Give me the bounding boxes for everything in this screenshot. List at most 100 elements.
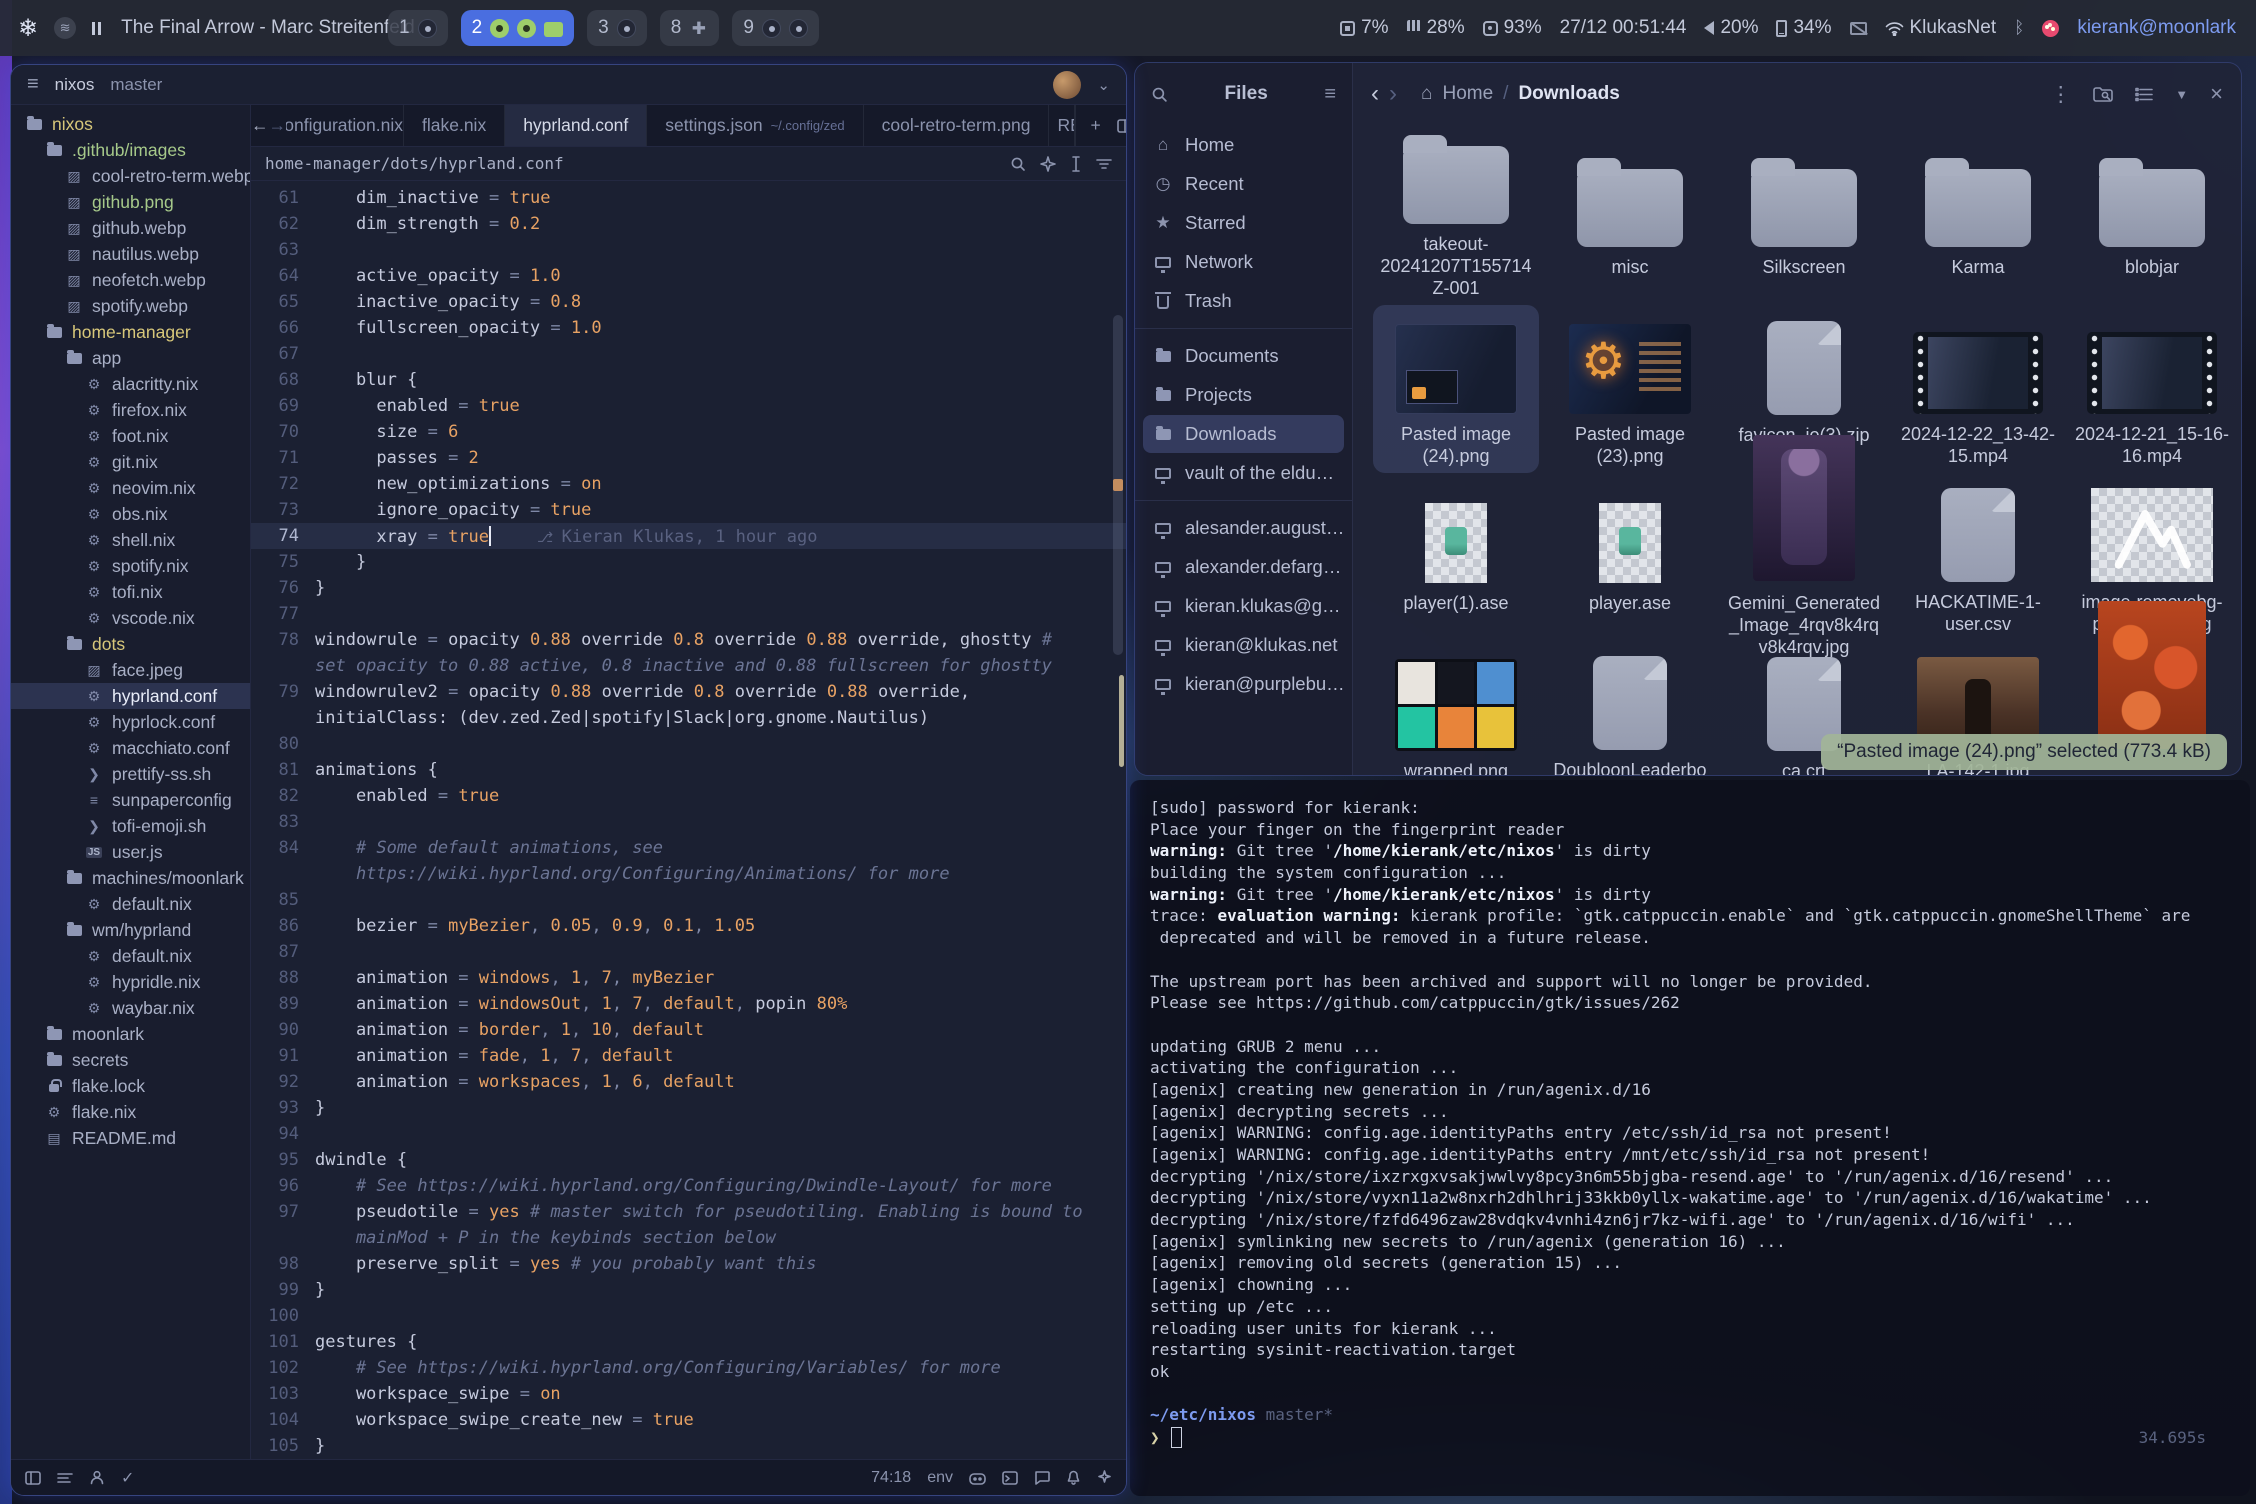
code-line[interactable]: 97 pseudotile = yes # master switch for … [251,1199,1126,1225]
sidebar-item-recent[interactable]: ◷Recent [1143,165,1344,203]
tree-item-nautilus-webp[interactable]: ▨nautilus.webp [11,241,250,267]
sidebar-item-documents[interactable]: Documents [1143,337,1344,375]
media-title[interactable]: The Final Arrow - Marc Streitenfeld [121,17,415,39]
tree-item-hyprlock-conf[interactable]: ⚙hyprlock.conf [11,709,250,735]
terminal-window[interactable]: [sudo] password for kierank:Place your f… [1130,780,2250,1496]
code-line[interactable]: 76} [251,575,1126,601]
code-line[interactable]: 89 animation = windowsOut, 1, 7, default… [251,991,1126,1017]
collab-icon[interactable] [89,1470,105,1485]
tree-item-tofi-nix[interactable]: ⚙tofi.nix [11,579,250,605]
breadcrumb-path[interactable]: home-manager/dots/hyprland.conf [265,154,564,173]
workspace-2[interactable]: 2 [461,10,575,46]
notifications-icon[interactable] [2042,20,2059,37]
sidebar-item-network[interactable]: Network [1143,243,1344,281]
idle-inhibit-icon[interactable] [1850,22,1867,35]
env-label[interactable]: env [927,1469,953,1487]
tree-item-face-jpeg[interactable]: ▨face.jpeg [11,657,250,683]
tree-item--github-images[interactable]: .github/images [11,137,250,163]
tree-item-machines-moonlark[interactable]: machines/moonlark [11,865,250,891]
back-icon[interactable]: ‹ [1371,80,1379,108]
code-line[interactable]: mainMod + P in the keybinds section belo… [251,1225,1126,1251]
new-tab-button[interactable]: + [1090,115,1100,136]
workspace-1[interactable]: 1 [388,10,448,46]
file-item-pasted-image-23-png[interactable]: Pasted image (23).png [1547,305,1713,473]
tree-item-flake-nix[interactable]: ⚙flake.nix [11,1099,250,1125]
tree-item-cool-retro-term-webp[interactable]: ▨cool-retro-term.webp [11,163,250,189]
code-line[interactable]: 73 ignore_opacity = true [251,497,1126,523]
diagnostics-check[interactable]: ✓ [121,1468,134,1488]
terminal-icon[interactable] [1002,1471,1018,1485]
assistant-icon[interactable] [1040,156,1056,172]
list-view-icon[interactable] [2135,87,2153,102]
tree-item-waybar-nix[interactable]: ⚙waybar.nix [11,995,250,1021]
code-line[interactable]: 72 new_optimizations = on [251,471,1126,497]
code-line[interactable]: 100 [251,1303,1126,1329]
tree-item-moonlark[interactable]: moonlark [11,1021,250,1047]
copilot-icon[interactable] [969,1471,986,1485]
tab-hyprland-conf[interactable]: hyprland.conf [505,105,647,146]
code-line[interactable]: 83 [251,809,1126,835]
tab-settings-json[interactable]: settings.json~/.config/zed [647,105,863,146]
tree-item-github-png[interactable]: ▨github.png [11,189,250,215]
tree-item-git-nix[interactable]: ⚙git.nix [11,449,250,475]
code-line[interactable]: 62 dim_strength = 0.2 [251,211,1126,237]
code-line[interactable]: 96 # See https://wiki.hyprland.org/Confi… [251,1173,1126,1199]
code-line[interactable]: 94 [251,1121,1126,1147]
tree-item-neovim-nix[interactable]: ⚙neovim.nix [11,475,250,501]
nixos-logo-icon[interactable]: ❄ [18,14,38,43]
code-line[interactable]: 66 fullscreen_opacity = 1.0 [251,315,1126,341]
code-line[interactable]: 85 [251,887,1126,913]
tree-item-macchiato-conf[interactable]: ⚙macchiato.conf [11,735,250,761]
file-item-blobjar[interactable]: blobjar [2069,137,2235,305]
code-line[interactable]: 91 animation = fade, 1, 7, default [251,1043,1126,1069]
code-editor[interactable]: 61 dim_inactive = true62 dim_strength = … [251,181,1126,1459]
file-item-misc[interactable]: misc [1547,137,1713,305]
code-line[interactable]: 84 # Some default animations, see [251,835,1126,861]
code-line[interactable]: 99} [251,1277,1126,1303]
code-line[interactable]: 93} [251,1095,1126,1121]
workspace-3[interactable]: 3 [587,10,647,46]
chat-icon[interactable] [1034,1471,1050,1485]
app-menu-icon[interactable]: ≡ [27,73,39,96]
nav-back-icon[interactable]: ← [251,105,269,146]
folder-search-icon[interactable] [2093,86,2113,103]
code-line[interactable]: 82 enabled = true [251,783,1126,809]
filter-icon[interactable] [1096,157,1112,171]
code-line[interactable]: 86 bezier = myBezier, 0.05, 0.9, 0.1, 1.… [251,913,1126,939]
workspace-8[interactable]: 8✚ [660,10,720,46]
code-line[interactable]: 78windowrule = opacity 0.88 override 0.8… [251,627,1126,653]
code-line[interactable]: https://wiki.hyprland.org/Configuring/An… [251,861,1126,887]
file-item-gemini-generated-image-4rqv8k4rqv8k4rqv-jpg[interactable]: Gemini_Generated_Image_4rqv8k4rqv8k4rqv.… [1721,473,1887,641]
code-line[interactable]: 102 # See https://wiki.hyprland.org/Conf… [251,1355,1126,1381]
tree-item-alacritty-nix[interactable]: ⚙alacritty.nix [11,371,250,397]
branch-name[interactable]: master [110,75,162,95]
tab-cool-retro-term-png[interactable]: cool-retro-term.png [864,105,1050,146]
volume-stat[interactable]: 20% [1704,17,1758,39]
tree-item-neofetch-webp[interactable]: ▨neofetch.webp [11,267,250,293]
tree-item-sunpaperconfig[interactable]: ≡sunpaperconfig [11,787,250,813]
code-line[interactable]: 90 animation = border, 1, 10, default [251,1017,1126,1043]
code-line[interactable]: 63 [251,237,1126,263]
code-line[interactable]: 80 [251,731,1126,757]
code-line[interactable]: 64 active_opacity = 1.0 [251,263,1126,289]
code-line[interactable]: 77 [251,601,1126,627]
sidebar-item-kieran-klukas-g-[interactable]: kieran.klukas@g… [1143,587,1344,625]
cursor-position[interactable]: 74:18 [871,1469,911,1487]
code-line[interactable]: 70 size = 6 [251,419,1126,445]
panel-toggle-icon[interactable] [25,1471,41,1485]
file-item-2024-12-22-13-42-15-mp4[interactable]: 2024-12-22_13-42-15.mp4 [1895,305,2061,473]
sidebar-item-trash[interactable]: Trash [1143,282,1344,320]
path-bar[interactable]: ⌂ Home / Downloads [1421,83,1620,105]
code-line[interactable]: 95dwindle { [251,1147,1126,1173]
kebab-menu-icon[interactable]: ⋮ [2050,82,2071,107]
search-icon[interactable] [1151,86,1168,103]
file-item-pasted-image-24-png[interactable]: Pasted image (24).png [1373,305,1539,473]
close-icon[interactable]: × [2210,81,2223,107]
path-current[interactable]: Downloads [1518,83,1619,105]
tree-item-readme-md[interactable]: ▤README.md [11,1125,250,1151]
code-line[interactable]: 61 dim_inactive = true [251,185,1126,211]
sidebar-item-vault-of-the-eldu-[interactable]: vault of the eldu… [1143,454,1344,492]
code-line[interactable]: 92 animation = workspaces, 1, 6, default [251,1069,1126,1095]
code-line[interactable]: set opacity to 0.88 active, 0.8 inactive… [251,653,1126,679]
sidebar-item-kieran-klukas-net[interactable]: kieran@klukas.net [1143,626,1344,664]
